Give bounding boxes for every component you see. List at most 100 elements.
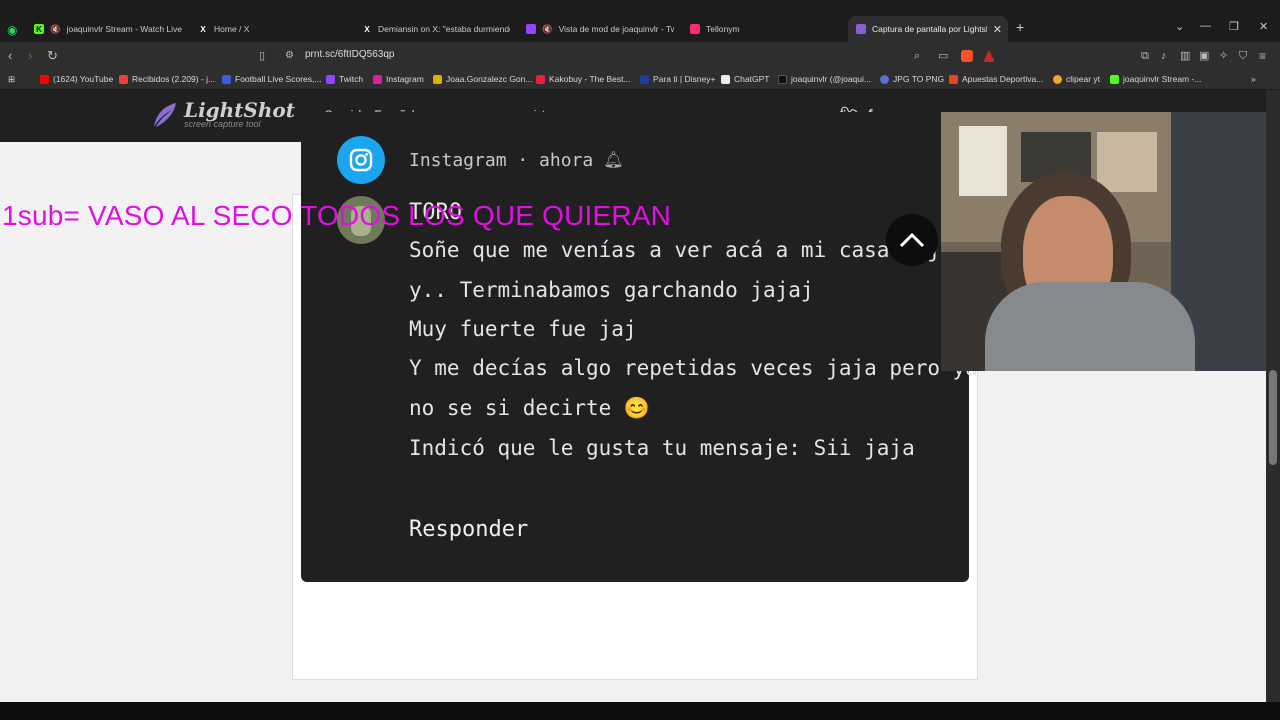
sidebar-icon[interactable]: ▥: [1180, 48, 1190, 64]
bottom-edge: [0, 702, 1280, 720]
screenshot-image: Instagram · ahora 🔔︎ TORO Soñe que me ve…: [301, 112, 978, 582]
youtube-icon: [40, 74, 49, 84]
new-tab-icon[interactable]: +: [1016, 19, 1024, 35]
bookmark-label: Recibidos (2.209) - j...: [132, 74, 216, 84]
menu-icon[interactable]: ≡: [1259, 48, 1266, 64]
tellonym-icon: [690, 24, 700, 34]
scroll-thumb[interactable]: [1269, 370, 1277, 465]
brave-rewards-icon[interactable]: [983, 50, 995, 62]
bookmark-label: joaquinvlr Stream -...: [1123, 74, 1202, 84]
instagram-icon: [373, 74, 382, 84]
bookmark-kakobuy[interactable]: Kakobuy - The Best...: [536, 74, 631, 84]
tab-search-icon[interactable]: ⌄: [1175, 20, 1184, 33]
football-icon: [222, 74, 231, 84]
wallet-icon[interactable]: ♪: [1161, 48, 1167, 64]
bookmark-jpg-to-png[interactable]: JPG TO PNG: [880, 74, 944, 84]
x-icon: X: [200, 24, 206, 34]
bookmark-disney[interactable]: Para ti | Disney+: [640, 74, 715, 84]
close-window-icon[interactable]: ✕: [1259, 20, 1268, 33]
bookmark-chatgpt[interactable]: ChatGPT: [721, 74, 769, 84]
bookmark-label: Para ti | Disney+: [653, 74, 716, 84]
forward-icon[interactable]: ›: [28, 48, 32, 64]
page-scrollbar[interactable]: [1266, 90, 1280, 702]
bell-icon: 🔔︎: [603, 152, 624, 169]
bookmarks-bar: ⊞ (1624) YouTube Recibidos (2.209) - j..…: [0, 70, 1280, 90]
minimize-icon[interactable]: —: [1200, 20, 1211, 32]
bookmark-label: joaquinvlr (@joaqui...: [791, 74, 871, 84]
betting-icon: [949, 74, 958, 84]
mute-icon: 🔇: [542, 23, 553, 34]
apps-icon[interactable]: ⊞: [8, 74, 15, 85]
extensions-icon[interactable]: ⧉: [1141, 48, 1149, 64]
message-line: y.. Terminabamos garchando jajaj: [409, 278, 814, 302]
bookmark-tiktok[interactable]: joaquinvlr (@joaqui...: [778, 74, 871, 84]
leo-icon[interactable]: ▣: [1199, 48, 1209, 64]
notification-source: Instagram · ahora 🔔︎: [337, 136, 624, 184]
bookmark-kick[interactable]: joaquinvlr Stream -...: [1110, 74, 1201, 84]
close-tab-icon[interactable]: ✕: [993, 23, 1002, 36]
bookmark-label: Kakobuy - The Best...: [549, 74, 631, 84]
bookmark-folder[interactable]: Joaa.Gonzalezc Gon...: [433, 74, 532, 84]
converter-icon: [880, 74, 889, 84]
reply-label: Responder: [409, 517, 529, 542]
tab-lightshot[interactable]: Captura de pantalla por Lightshot ✕: [848, 16, 1008, 42]
tab-x-post[interactable]: X Demiansin on X: "estaba durmiendo: [362, 16, 510, 42]
bookmark-label: Apuestas Deportiva...: [962, 74, 1044, 84]
feather-icon: [154, 103, 176, 127]
vpn-icon[interactable]: ⛉: [1239, 48, 1247, 64]
kick-icon: [1110, 74, 1119, 84]
screenshot-icon[interactable]: ▭: [938, 48, 948, 64]
bookmark-gmail[interactable]: Recibidos (2.209) - j...: [119, 74, 215, 84]
tab-label: Vista de mod de joaquinvlr - Twitch: [558, 24, 674, 34]
mute-icon: 🔇: [50, 23, 61, 34]
tab-twitch[interactable]: 🔇 Vista de mod de joaquinvlr - Twitch: [526, 16, 674, 42]
reload-icon[interactable]: ↻: [47, 48, 58, 64]
webcam-overlay: [941, 112, 1280, 371]
bookmark-clipear[interactable]: clipear yt: [1053, 74, 1100, 84]
x-icon: X: [364, 24, 370, 34]
bookmark-instagram[interactable]: Instagram: [373, 74, 424, 84]
message-line: Muy fuerte fue jaj: [409, 317, 637, 341]
lightshot-icon: [856, 24, 866, 34]
bookmark-label: Instagram: [386, 74, 424, 84]
scroll-to-top-button[interactable]: [886, 214, 938, 266]
site-settings-icon[interactable]: ⚙: [285, 48, 294, 64]
bookmark-icon[interactable]: ▯: [259, 48, 265, 64]
bookmark-apuestas[interactable]: Apuestas Deportiva...: [949, 74, 1043, 84]
folder-icon: [433, 74, 442, 84]
message-line: Soñe que me venías a ver acá a mi casa j…: [409, 238, 953, 262]
whatsapp-icon[interactable]: ◉: [7, 22, 17, 38]
back-icon[interactable]: ‹: [8, 48, 12, 64]
brave-shield-icon[interactable]: [961, 50, 973, 62]
tab-label: joaquinvlr Stream - Watch Live on Kick: [66, 24, 182, 34]
zoom-icon[interactable]: ⌕: [914, 48, 920, 64]
tab-label: Demiansin on X: "estaba durmiendo: [378, 24, 510, 34]
url-field[interactable]: prnt.sc/6ftIDQ563qp: [305, 49, 395, 60]
bookmark-twitch[interactable]: Twitch: [326, 74, 363, 84]
message-line: Indicó que le gusta tu mensaje: Sii jaja: [409, 436, 915, 460]
bookmark-label: clipear yt: [1066, 74, 1101, 84]
tab-label: Captura de pantalla por Lightshot: [872, 24, 987, 34]
tab-x-home[interactable]: X Home / X: [198, 16, 348, 42]
notification-source-label: Instagram · ahora: [409, 149, 594, 171]
address-bar-row: ‹ › ↻ ▯ ⚙ prnt.sc/6ftIDQ563qp ⌕ ▭ ⧉ ♪ ▥ …: [0, 42, 1280, 70]
clip-icon: [1053, 74, 1062, 84]
maximize-icon[interactable]: ❐: [1229, 20, 1239, 33]
bookmark-label: Joaa.Gonzalezc Gon...: [446, 74, 533, 84]
stream-overlay-text: 1sub= VASO AL SECO TODOS LOS QUE QUIERAN: [2, 200, 672, 231]
tab-label: Home / X: [214, 24, 250, 34]
lightshot-logo[interactable]: LightShot screen capture tool: [150, 100, 295, 130]
more-bookmarks-icon[interactable]: »: [1251, 74, 1256, 84]
bookmark-label: JPG TO PNG: [893, 74, 945, 84]
message-line: no se si decirte 😊: [409, 396, 651, 420]
tab-kick[interactable]: K 🔇 joaquinvlr Stream - Watch Live on Ki…: [34, 16, 182, 42]
bookmark-youtube[interactable]: (1624) YouTube: [40, 74, 113, 84]
kick-icon: K: [34, 24, 44, 34]
tab-label: Tellonym: [706, 24, 740, 34]
tab-tellonym[interactable]: Tellonym: [690, 16, 838, 42]
message-line: Y me decías algo repetidas veces jaja pe…: [409, 356, 978, 380]
tiktok-icon: [778, 74, 787, 84]
ai-icon[interactable]: ✧: [1219, 48, 1228, 64]
bookmark-football[interactable]: Football Live Scores,...: [222, 74, 321, 84]
instagram-icon: [337, 136, 385, 184]
